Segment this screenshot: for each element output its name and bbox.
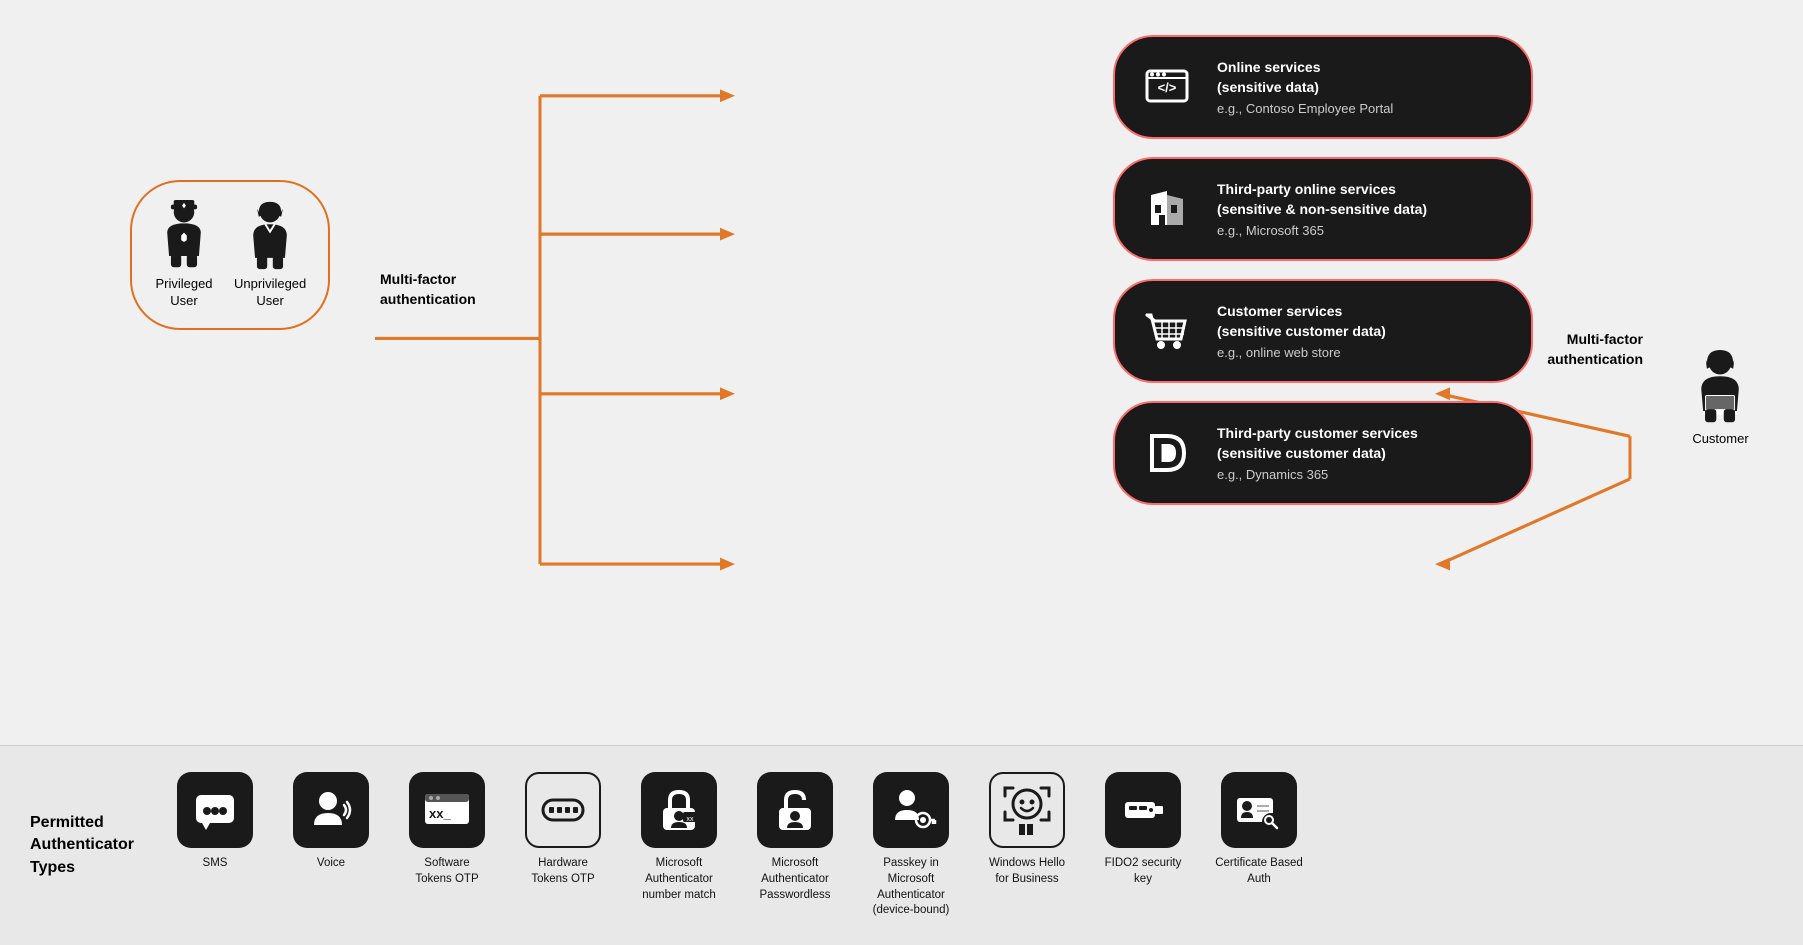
- auth-voice: Voice: [286, 772, 376, 872]
- service-third-party-online-text: Third-party online services(sensitive & …: [1217, 180, 1427, 237]
- sms-label: SMS: [203, 856, 228, 872]
- windows-hello-icon: [989, 772, 1065, 848]
- certificate-label: Certificate BasedAuth: [1215, 856, 1303, 887]
- passkey-icon: [873, 772, 949, 848]
- windows-hello-label: Windows Hellofor Business: [989, 856, 1065, 887]
- sms-icon: [177, 772, 253, 848]
- diagram-area: PrivilegedUser UnprivilegedUser: [0, 0, 1803, 745]
- auth-windows-hello: Windows Hellofor Business: [982, 772, 1072, 887]
- certificate-icon: [1221, 772, 1297, 848]
- mfa-label-right: Multi-factorauthentication: [1513, 330, 1643, 369]
- permitted-label: PermittedAuthenticatorTypes: [30, 812, 150, 879]
- service-third-party-customer-sub: e.g., Dynamics 365: [1217, 467, 1418, 482]
- svg-text:</>: </>: [1158, 80, 1177, 95]
- service-customer-title: Customer services(sensitive customer dat…: [1217, 302, 1386, 341]
- fido2-label: FIDO2 securitykey: [1105, 856, 1182, 887]
- code-icon-wrap: </>: [1135, 55, 1199, 119]
- users-group: PrivilegedUser UnprivilegedUser: [130, 180, 330, 330]
- auth-types-row: SMS Voice: [170, 772, 1773, 918]
- bottom-bar: PermittedAuthenticatorTypes SMS: [0, 745, 1803, 945]
- service-third-party-online-title: Third-party online services(sensitive & …: [1217, 180, 1427, 219]
- voice-icon: [293, 772, 369, 848]
- privileged-user-icon: [154, 200, 214, 270]
- auth-fido2: FIDO2 securitykey: [1098, 772, 1188, 887]
- dynamics-icon: [1142, 428, 1192, 478]
- unprivileged-user-icon: [240, 200, 300, 270]
- privileged-user-label: PrivilegedUser: [155, 276, 212, 310]
- cart-icon: [1141, 305, 1193, 357]
- main-container: PrivilegedUser UnprivilegedUser: [0, 0, 1803, 945]
- service-online-title: Online services(sensitive data): [1217, 58, 1393, 97]
- hardware-tokens-label: HardwareTokens OTP: [531, 856, 594, 887]
- office-icon: [1143, 185, 1191, 233]
- ms-auth-number-label: MicrosoftAuthenticatornumber match: [642, 856, 716, 903]
- auth-certificate: Certificate BasedAuth: [1214, 772, 1304, 887]
- auth-software-tokens: xx_ SoftwareTokens OTP: [402, 772, 492, 887]
- service-customer-sub: e.g., online web store: [1217, 345, 1386, 360]
- services-column: </> Online services(sensitive data) e.g.…: [1113, 35, 1533, 505]
- svg-text:xx_: xx_: [429, 806, 451, 821]
- service-customer: Customer services(sensitive customer dat…: [1113, 279, 1533, 383]
- auth-sms: SMS: [170, 772, 260, 872]
- service-third-party-customer-text: Third-party customer services(sensitive …: [1217, 424, 1418, 481]
- service-third-party-online-sub: e.g., Microsoft 365: [1217, 223, 1427, 238]
- ms-auth-number-icon: xx: [641, 772, 717, 848]
- voice-label: Voice: [317, 856, 345, 872]
- cart-icon-wrap: [1135, 299, 1199, 363]
- auth-ms-number: xx MicrosoftAuthenticatornumber match: [634, 772, 724, 903]
- hardware-token-icon: [525, 772, 601, 848]
- code-icon: </>: [1143, 63, 1191, 111]
- service-online: </> Online services(sensitive data) e.g.…: [1113, 35, 1533, 139]
- ms-auth-passwordless-icon: [757, 772, 833, 848]
- unprivileged-user-label: UnprivilegedUser: [234, 276, 306, 310]
- auth-hardware-tokens: HardwareTokens OTP: [518, 772, 608, 887]
- service-online-sub: e.g., Contoso Employee Portal: [1217, 101, 1393, 116]
- office-icon-wrap: [1135, 177, 1199, 241]
- passkey-label: Passkey inMicrosoftAuthenticator(device-…: [873, 856, 950, 918]
- auth-ms-passwordless: MicrosoftAuthenticatorPasswordless: [750, 772, 840, 903]
- customer-icon: [1688, 350, 1753, 425]
- software-tokens-label: SoftwareTokens OTP: [415, 856, 478, 887]
- service-third-party-customer: Third-party customer services(sensitive …: [1113, 401, 1533, 505]
- auth-passkey: Passkey inMicrosoftAuthenticator(device-…: [866, 772, 956, 918]
- service-online-text: Online services(sensitive data) e.g., Co…: [1217, 58, 1393, 115]
- ms-auth-passwordless-label: MicrosoftAuthenticatorPasswordless: [760, 856, 831, 903]
- customer-label: Customer: [1692, 431, 1748, 446]
- mfa-label-left: Multi-factorauthentication: [380, 270, 520, 309]
- service-third-party-online: Third-party online services(sensitive & …: [1113, 157, 1533, 261]
- svg-text:xx: xx: [687, 816, 695, 823]
- fido2-icon: [1105, 772, 1181, 848]
- software-token-icon: xx_: [409, 772, 485, 848]
- customer-group: Customer: [1688, 350, 1753, 446]
- dynamics-icon-wrap: [1135, 421, 1199, 485]
- service-customer-text: Customer services(sensitive customer dat…: [1217, 302, 1386, 359]
- privileged-user: PrivilegedUser: [154, 200, 214, 310]
- unprivileged-user: UnprivilegedUser: [234, 200, 306, 310]
- service-third-party-customer-title: Third-party customer services(sensitive …: [1217, 424, 1418, 463]
